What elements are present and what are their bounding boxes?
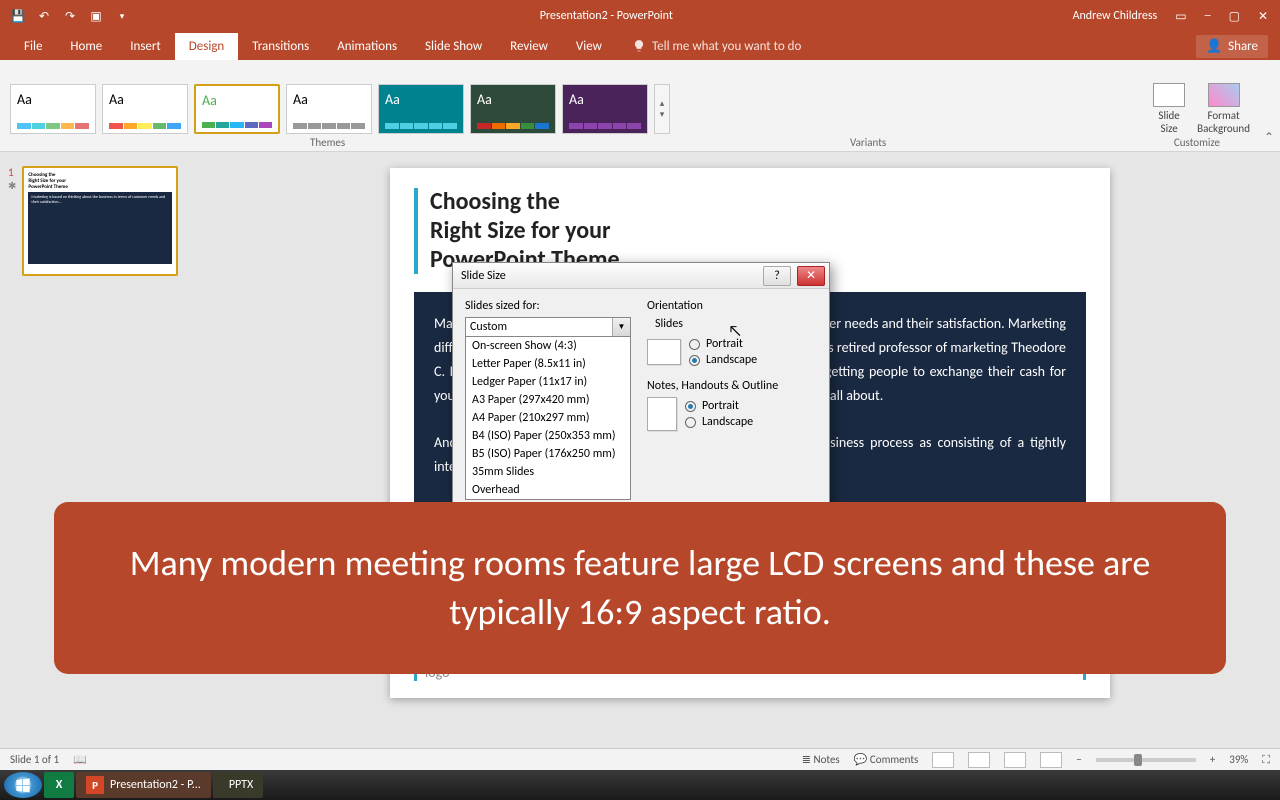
tab-file[interactable]: File [10,33,56,60]
share-icon: 👤 [1206,39,1222,54]
tab-slideshow[interactable]: Slide Show [411,33,496,60]
slide-size-icon [1153,83,1185,107]
size-option[interactable]: Ledger Paper (11x17 in) [466,373,630,391]
slides-portrait-radio[interactable]: Portrait [689,337,757,351]
titlebar: 💾 ↶ ↷ ▣ ▾ Presentation2 - PowerPoint And… [0,0,1280,32]
redo-icon[interactable]: ↷ [62,8,78,24]
window-title: Presentation2 - PowerPoint [140,9,1073,23]
tab-design[interactable]: Design [175,33,238,60]
theme-item[interactable]: Aa [102,84,188,134]
zoom-slider[interactable] [1096,758,1196,762]
ribbon-tabs: File Home Insert Design Transitions Anim… [0,32,1280,60]
group-customize-label: Customize [1174,136,1220,149]
spellcheck-icon[interactable]: 📖 [73,753,87,766]
lightbulb-icon [632,39,646,53]
notes-portrait-radio[interactable]: Portrait [685,399,753,413]
tellme-search[interactable]: Tell me what you want to do [632,39,801,54]
slideshow-view-icon[interactable] [1040,752,1062,768]
slide-size-button[interactable]: Slide Size [1153,83,1185,135]
tab-animations[interactable]: Animations [323,33,411,60]
theme-item[interactable]: Aa [470,84,556,134]
combo-dropdown-icon[interactable]: ▼ [612,318,630,336]
user-name[interactable]: Andrew Childress [1073,9,1158,23]
slides-landscape-radio[interactable]: Landscape [689,353,757,367]
star-icon: ✱ [8,179,16,192]
statusbar: Slide 1 of 1 📖 ≣ Notes 💬 Comments − + 39… [0,748,1280,770]
dialog-titlebar[interactable]: Slide Size ? ✕ [453,263,829,289]
notes-button[interactable]: ≣ Notes [802,753,840,766]
windows-logo-icon [13,775,33,795]
fit-window-icon[interactable]: ⛶ [1262,753,1270,767]
size-option[interactable]: Overhead [466,481,630,499]
cursor-icon: ↖ [728,322,742,341]
format-bg-icon [1208,83,1240,107]
zoom-level[interactable]: 39% [1229,753,1248,766]
minimize-icon[interactable]: ─ [1205,9,1211,23]
theme-item[interactable]: Aa [10,84,96,134]
group-themes-label: Themes [310,136,345,149]
qat-dropdown-icon[interactable]: ▾ [114,8,130,24]
page-icon [647,397,677,431]
size-option[interactable]: B4 (ISO) Paper (250x353 mm) [466,427,630,445]
slide-thumb-1[interactable]: Choosing theRight Size for yourPowerPoin… [22,166,178,276]
sized-for-dropdown: On-screen Show (4:3) Letter Paper (8.5x1… [465,337,631,500]
size-option[interactable]: On-screen Show (4:3) [466,337,630,355]
ribbon-options-icon[interactable]: ▭ [1175,9,1186,24]
zoom-out-icon[interactable]: − [1076,753,1081,766]
comments-button[interactable]: 💬 Comments [854,753,919,766]
save-icon[interactable]: 💾 [10,8,26,24]
powerpoint-icon: P [86,776,104,794]
taskbar-folder[interactable]: PPTX [213,772,263,798]
theme-item[interactable]: Aa [562,84,648,134]
dialog-close-icon[interactable]: ✕ [797,266,825,286]
slide-counter: Slide 1 of 1 [10,753,59,766]
size-option[interactable]: B5 (ISO) Paper (176x250 mm) [466,445,630,463]
theme-item[interactable]: Aa [378,84,464,134]
sorter-view-icon[interactable] [968,752,990,768]
share-button[interactable]: 👤 Share [1196,35,1268,58]
taskbar: X P Presentation2 - P... PPTX [0,770,1280,800]
theme-item[interactable]: Aa [286,84,372,134]
ribbon-content: Aa Aa Aa Aa Aa Aa Aa ▴▾ Themes Variants … [0,60,1280,152]
size-option[interactable]: Letter Paper (8.5x11 in) [466,355,630,373]
undo-icon[interactable]: ↶ [36,8,52,24]
tab-transitions[interactable]: Transitions [238,33,323,60]
format-background-button[interactable]: Format Background [1197,83,1250,135]
close-icon[interactable]: ✕ [1258,9,1268,24]
size-option[interactable]: 35mm Slides [466,463,630,481]
tab-view[interactable]: View [562,33,616,60]
start-slideshow-icon[interactable]: ▣ [88,8,104,24]
tab-insert[interactable]: Insert [116,33,175,60]
taskbar-excel[interactable]: X [44,772,74,798]
reading-view-icon[interactable] [1004,752,1026,768]
start-button[interactable] [4,772,42,798]
size-option[interactable]: A4 Paper (210x297 mm) [466,409,630,427]
collapse-ribbon-icon[interactable]: ⌃ [1264,130,1274,145]
zoom-in-icon[interactable]: + [1210,753,1215,766]
group-variants-label: Variants [850,136,886,149]
page-icon [647,339,681,365]
caption-overlay: Many modern meeting rooms feature large … [54,502,1226,674]
sized-for-label: Slides sized for: [465,299,635,313]
taskbar-powerpoint[interactable]: P Presentation2 - P... [76,772,211,798]
dialog-help-icon[interactable]: ? [763,266,791,286]
sized-for-combo[interactable]: Custom ▼ [465,317,631,337]
thumb-number: 1 [8,166,16,179]
themes-gallery: Aa Aa Aa Aa Aa Aa Aa ▴▾ [10,84,670,134]
notes-label: Notes, Handouts & Outline [647,379,817,393]
size-option[interactable]: A3 Paper (297x420 mm) [466,391,630,409]
maximize-icon[interactable]: ▢ [1229,9,1240,24]
orientation-label: Orientation [647,299,817,313]
tab-home[interactable]: Home [56,33,116,60]
themes-more-icon[interactable]: ▴▾ [654,84,670,134]
normal-view-icon[interactable] [932,752,954,768]
theme-item-selected[interactable]: Aa [194,84,280,134]
notes-landscape-radio[interactable]: Landscape [685,415,753,429]
tab-review[interactable]: Review [496,33,562,60]
